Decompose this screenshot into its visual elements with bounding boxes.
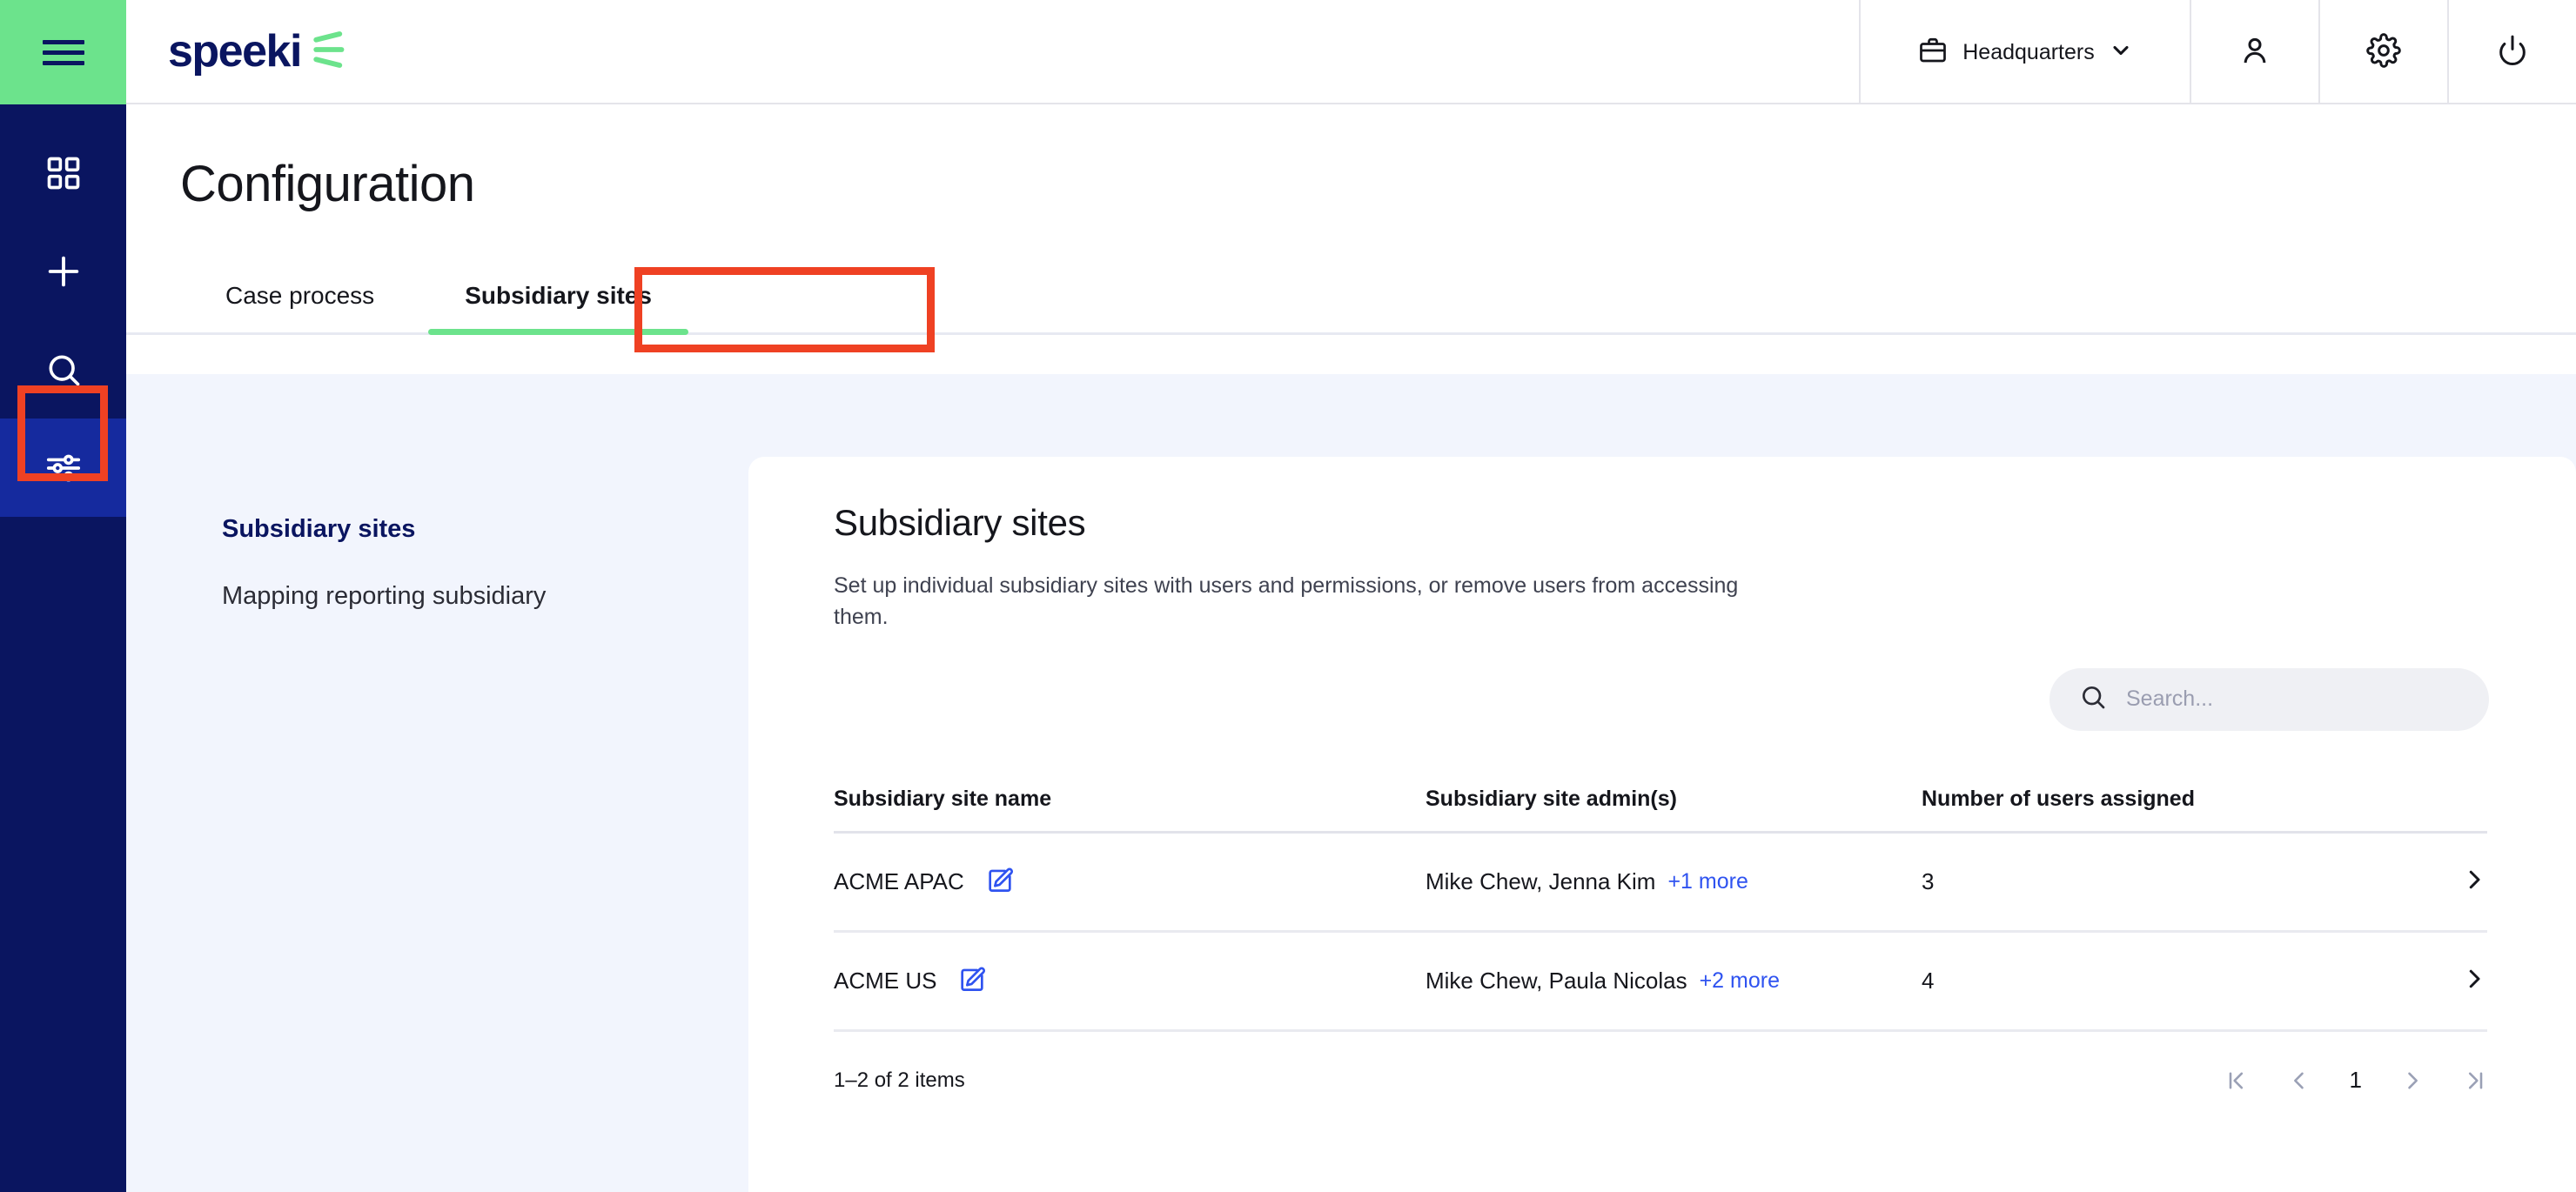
page-title: Configuration [180,156,475,212]
subnav-item-subsidiary-sites[interactable]: Subsidiary sites [222,515,748,544]
cell-site-admins: Mike Chew, Jenna Kim +1 more [1426,868,1922,895]
tab-case-process[interactable]: Case process [180,282,419,332]
org-selector-label: Headquarters [1962,39,2095,64]
cell-users-assigned: 3 [1922,867,1935,894]
card-description: Set up individual subsidiary sites with … [834,573,1739,630]
cell-users-assigned: 4 [1922,967,1935,994]
pagination: 1 [2224,1067,2487,1094]
subnav-item-mapping-reporting-subsidiary[interactable]: Mapping reporting subsidiary [222,582,748,611]
edit-pencil-icon[interactable] [957,966,987,995]
card-title: Subsidiary sites [834,502,1086,543]
sidebar-item-add[interactable] [0,222,126,320]
search-placeholder: Search... [2126,686,2214,711]
cell-site-name: ACME APAC [834,867,1426,896]
header-spacer [353,0,1859,103]
row-open-button[interactable] [2409,966,2487,996]
hamburger-menu-button[interactable] [0,0,126,104]
items-count-label: 1–2 of 2 items [834,1068,965,1092]
logout-button[interactable] [2447,0,2576,104]
sliders-configuration-icon [44,448,84,488]
rail-item-list [0,104,126,517]
top-header: speeki Headquarters [126,0,2576,104]
cell-site-name: ACME US [834,966,1426,995]
table-row[interactable]: ACME APAC Mike Chew, Jenna Kim +1 more 3 [834,834,2487,933]
user-icon [2237,33,2272,72]
admins-more-link[interactable]: +2 more [1700,968,1780,994]
sidebar-item-dashboard[interactable] [0,124,126,222]
grid-dashboard-icon [44,154,83,192]
site-name-text: ACME US [834,967,937,994]
table-row[interactable]: ACME US Mike Chew, Paula Nicolas +2 more… [834,933,2487,1032]
app-root: speeki Headquarters Configuration Case p… [0,0,2576,1192]
chevron-left-icon[interactable] [2287,1068,2311,1093]
chevron-right-icon[interactable] [2400,1068,2425,1093]
row-open-button[interactable] [2409,867,2487,897]
column-header-users-assigned: Number of users assigned [1922,786,2195,811]
subsidiary-sites-card: Subsidiary sites Set up individual subsi… [748,457,2576,1192]
search-input[interactable]: Search... [2049,667,2489,731]
cell-site-admins: Mike Chew, Paula Nicolas +2 more [1426,968,1922,994]
speeki-burst-icon [306,26,353,77]
search-icon [2079,683,2107,715]
page-first-icon[interactable] [2224,1068,2249,1093]
brand-name: speeki [168,26,302,77]
plus-icon [44,251,84,291]
briefcase-icon [1917,35,1949,70]
current-page-number[interactable]: 1 [2350,1067,2362,1094]
settings-button[interactable] [2318,0,2447,104]
gear-icon [2366,32,2401,72]
sidebar-item-configuration[interactable] [0,419,126,517]
search-icon [44,351,83,389]
profile-button[interactable] [2190,0,2318,104]
content-area: Subsidiary sites Mapping reporting subsi… [126,374,2576,1192]
tab-subsidiary-sites[interactable]: Subsidiary sites [419,282,697,335]
site-admins-text: Mike Chew, Jenna Kim [1426,867,1656,894]
table-footer: 1–2 of 2 items 1 [834,1032,2487,1129]
column-header-site-name: Subsidiary site name [834,786,1052,811]
table-header-row: Subsidiary site name Subsidiary site adm… [834,767,2487,834]
page-last-icon[interactable] [2463,1068,2487,1093]
site-name-text: ACME APAC [834,867,964,894]
edit-pencil-icon[interactable] [985,867,1015,896]
sub-navigation: Subsidiary sites Mapping reporting subsi… [126,374,748,1192]
admins-more-link[interactable]: +1 more [1667,869,1748,894]
chevron-right-icon [2461,867,2487,897]
subsidiary-sites-table: Subsidiary site name Subsidiary site adm… [834,767,2487,1129]
brand-logo[interactable]: speeki [126,0,353,103]
column-header-site-admins: Subsidiary site admin(s) [1426,786,1677,811]
tab-bar: Case process Subsidiary sites [126,260,2576,352]
site-admins-text: Mike Chew, Paula Nicolas [1426,967,1687,994]
left-nav-rail [0,0,126,1192]
org-selector[interactable]: Headquarters [1859,0,2190,104]
chevron-right-icon [2461,966,2487,996]
hamburger-menu-icon [42,34,84,71]
sidebar-item-search[interactable] [0,320,126,419]
chevron-down-icon [2109,38,2133,67]
power-icon [2495,33,2530,72]
search-row: Search... [834,667,2576,731]
